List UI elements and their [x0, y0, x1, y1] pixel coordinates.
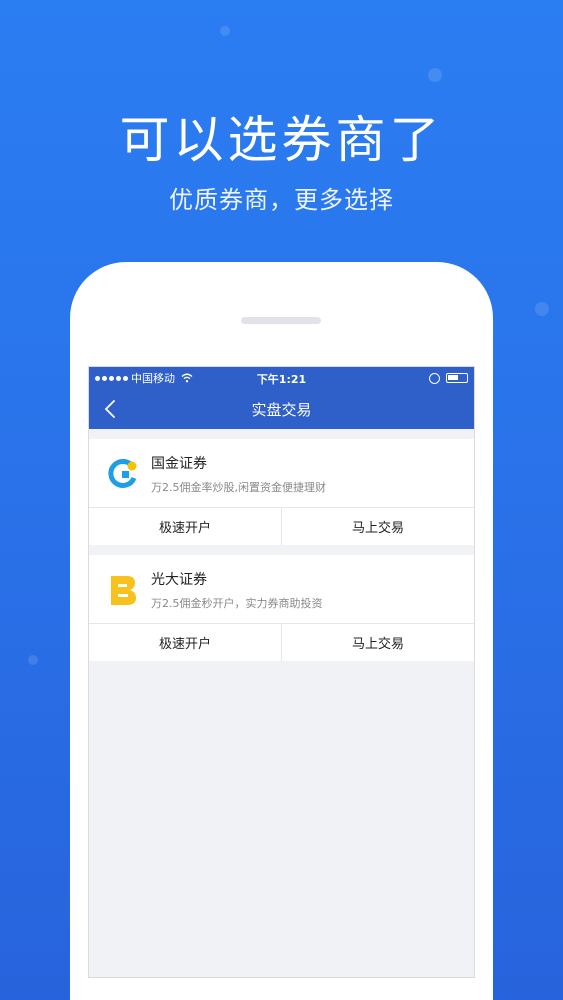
phone-frame: 中国移动 下午1:21 实盘交易 国金证券 万2.5佣金率炒股,闲置资金便捷理财…: [70, 262, 493, 1000]
phone-screen: 中国移动 下午1:21 实盘交易 国金证券 万2.5佣金率炒股,闲置资金便捷理财…: [88, 366, 475, 978]
phone-speaker: [241, 317, 321, 324]
battery-icon: [446, 373, 468, 383]
nav-bar: 实盘交易: [89, 389, 474, 429]
status-time: 下午1:21: [256, 373, 307, 386]
decor-dot: [428, 68, 442, 82]
everbright-logo-icon: [111, 576, 136, 605]
hero-title: 可以选券商了: [119, 111, 444, 169]
back-chevron-icon[interactable]: [101, 398, 121, 420]
status-bar: 中国移动 下午1:21: [89, 367, 474, 389]
trade-now-button[interactable]: 马上交易: [281, 624, 474, 661]
broker-desc: 万2.5佣金率炒股,闲置资金便捷理财: [151, 481, 326, 494]
broker-desc: 万2.5佣金秒开户，实力券商助投资: [151, 597, 323, 610]
open-account-button[interactable]: 极速开户: [89, 624, 281, 661]
nav-title: 实盘交易: [251, 400, 312, 419]
open-account-button[interactable]: 极速开户: [89, 508, 281, 545]
decor-dot: [220, 26, 230, 36]
guojin-logo-icon: [108, 459, 137, 488]
decor-dot: [28, 655, 38, 665]
trade-now-button[interactable]: 马上交易: [281, 508, 474, 545]
broker-name: 光大证券: [151, 572, 207, 588]
decor-dot: [535, 302, 549, 316]
hero-subtitle: 优质券商，更多选择: [169, 186, 394, 214]
broker-name: 国金证券: [151, 456, 207, 472]
broker-card-guojin: 国金证券 万2.5佣金率炒股,闲置资金便捷理财 极速开户 马上交易: [89, 439, 474, 545]
broker-card-everbright: 光大证券 万2.5佣金秒开户，实力券商助投资 极速开户 马上交易: [89, 555, 474, 661]
